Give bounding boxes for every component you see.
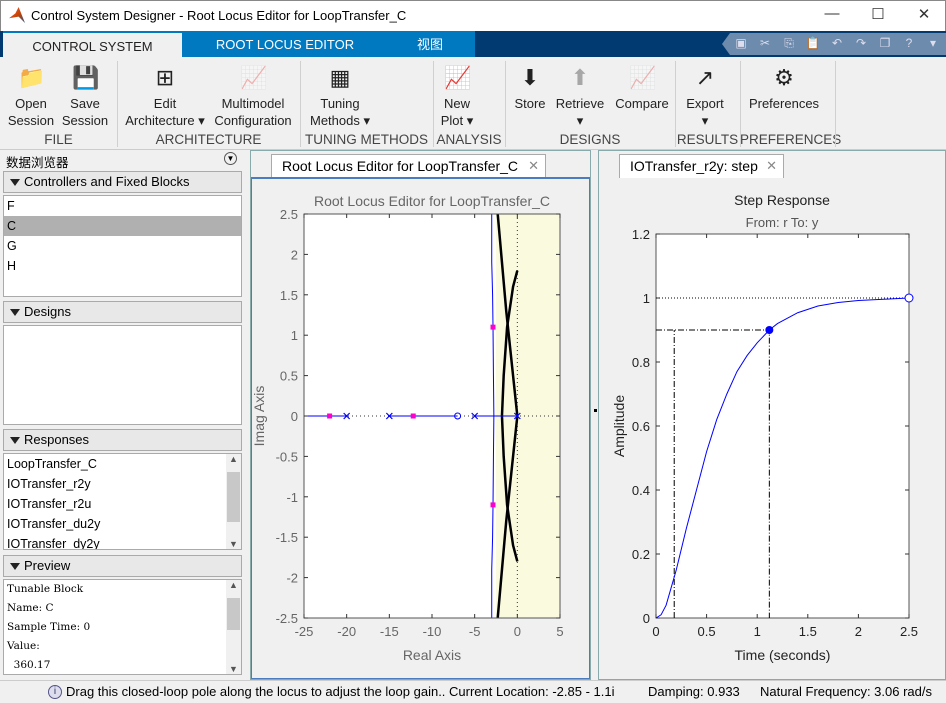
y-tick-label: -1: [286, 490, 298, 505]
plot-area: [655, 233, 910, 619]
closed-loop-pole-marker[interactable]: [490, 502, 496, 508]
chart-title: Step Response: [734, 192, 830, 208]
y-tick-label: 0.2: [632, 547, 650, 562]
y-tick-label: 1: [291, 328, 298, 343]
steady-state-point: [904, 293, 914, 303]
x-tick-label: -20: [337, 624, 356, 639]
y-tick-label: -1.5: [276, 530, 298, 545]
info-icon: i: [48, 685, 62, 699]
status-message: Drag this closed-loop pole along the loc…: [66, 684, 615, 699]
x-tick-label: 2: [855, 624, 862, 639]
x-tick-label: -10: [423, 624, 442, 639]
y-tick-label: 0.8: [632, 355, 650, 370]
y-tick-label: 2: [291, 247, 298, 262]
x-tick-label: -15: [380, 624, 399, 639]
x-tick-label: -5: [469, 624, 481, 639]
chart-subtitle: From: r To: y: [746, 215, 819, 230]
y-tick-label: 0: [291, 409, 298, 424]
x-tick-label: 0: [652, 624, 659, 639]
y-tick-label: 1: [643, 291, 650, 306]
closed-loop-pole-marker[interactable]: [410, 413, 416, 419]
x-axis-label: Time (seconds): [735, 647, 831, 663]
y-axis-label: Amplitude: [611, 395, 627, 457]
damping-readout: Damping: 0.933: [648, 684, 740, 699]
x-tick-label: 5: [556, 624, 563, 639]
x-tick-label: -25: [295, 624, 314, 639]
rise-time-point: [765, 326, 774, 334]
chart-title: Root Locus Editor for LoopTransfer_C: [314, 193, 550, 209]
x-tick-label: 2.5: [900, 624, 918, 639]
natural-frequency-readout: Natural Frequency: 3.06 rad/s: [760, 684, 932, 699]
y-tick-label: 2.5: [280, 207, 298, 222]
root-locus-chart[interactable]: Root Locus Editor for LoopTransfer_C-25-…: [0, 0, 946, 703]
y-tick-label: 0.4: [632, 483, 650, 498]
closed-loop-pole-marker[interactable]: [327, 413, 333, 419]
x-axis-label: Real Axis: [403, 647, 461, 663]
y-tick-label: -2.5: [276, 611, 298, 626]
y-tick-label: 1.5: [280, 288, 298, 303]
y-tick-label: -0.5: [276, 449, 298, 464]
y-tick-label: 0.5: [280, 369, 298, 384]
status-bar: i Drag this closed-loop pole along the l…: [0, 680, 946, 703]
y-tick-label: 0: [643, 611, 650, 626]
x-tick-label: 1: [754, 624, 761, 639]
x-tick-label: 1.5: [799, 624, 817, 639]
y-axis-label: Imag Axis: [251, 386, 267, 447]
x-tick-label: 0.5: [698, 624, 716, 639]
x-tick-label: 0: [514, 624, 521, 639]
y-tick-label: -2: [286, 571, 298, 586]
closed-loop-pole-marker[interactable]: [490, 324, 496, 330]
y-tick-label: 0.6: [632, 419, 650, 434]
y-tick-label: 1.2: [632, 227, 650, 242]
